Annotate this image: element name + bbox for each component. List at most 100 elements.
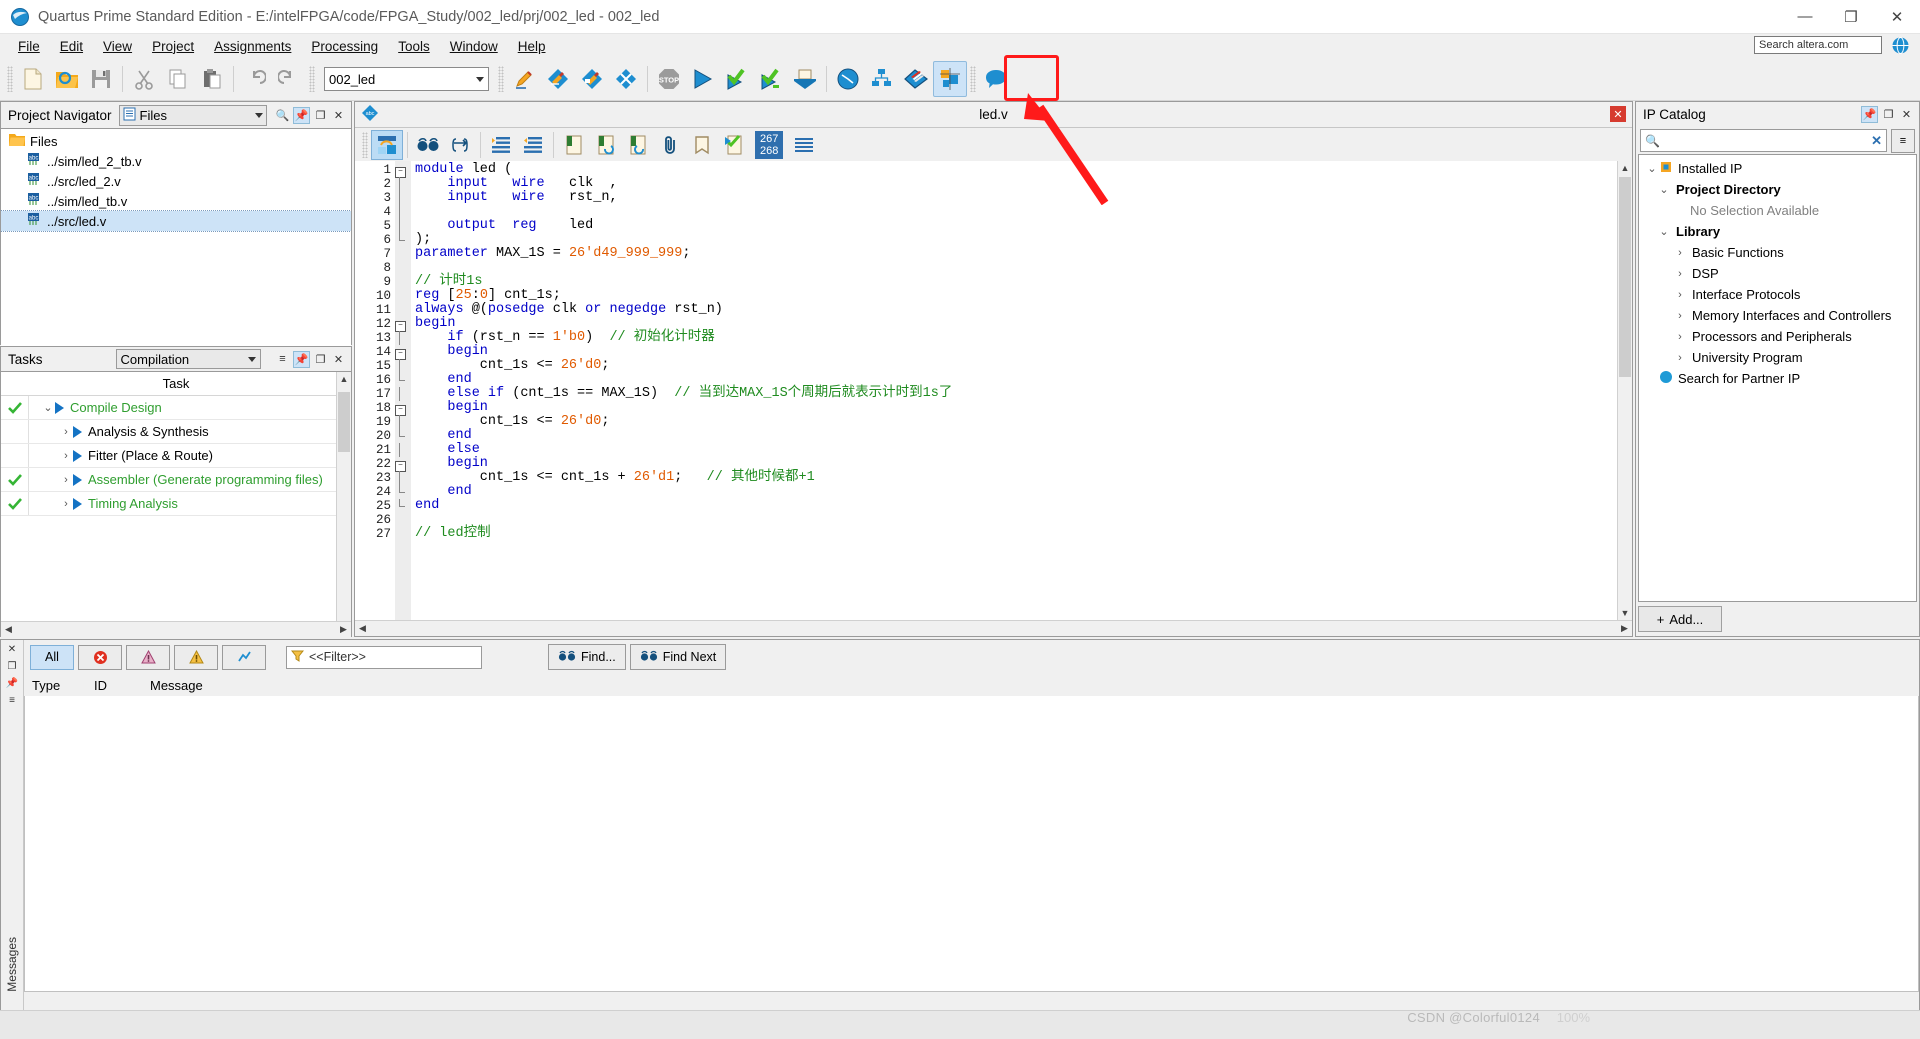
run-task-icon[interactable] — [55, 401, 64, 414]
chevron-right-icon[interactable]: › — [59, 450, 73, 462]
ip-node-interface-protocols[interactable]: › Interface Protocols — [1639, 284, 1916, 305]
toolbar-grip[interactable] — [498, 66, 504, 92]
stop-icon[interactable]: STOP — [652, 61, 686, 97]
ip-catalog-tree[interactable]: ⌄ Installed IP ⌄ Project Directory No Se… — [1638, 154, 1917, 602]
pin-icon[interactable]: 📌 — [1861, 105, 1878, 123]
menu-window[interactable]: Window — [440, 37, 508, 56]
check-syntax-icon[interactable] — [718, 130, 750, 160]
clear-icon[interactable]: ✕ — [1871, 133, 1882, 149]
editor-vertical-scrollbar[interactable]: ▲ ▼ — [1617, 161, 1632, 620]
messages-filter-input[interactable]: <<Filter>> — [286, 645, 482, 669]
scroll-right-icon[interactable]: ▶ — [336, 624, 351, 635]
ip-node-memory-interfaces[interactable]: › Memory Interfaces and Controllers — [1639, 305, 1916, 326]
tasks-flow-selector[interactable]: Compilation — [115, 349, 261, 369]
chevron-right-icon[interactable]: › — [1673, 247, 1687, 259]
search-icon[interactable]: 🔍 — [275, 108, 290, 123]
pencil-icon[interactable] — [507, 61, 541, 97]
ip-add-button[interactable]: + Add... — [1638, 606, 1722, 632]
menu-edit[interactable]: Edit — [50, 37, 93, 56]
toolbar-grip[interactable] — [970, 66, 976, 92]
compile-flow-icon[interactable] — [609, 61, 643, 97]
code-fold-column[interactable]: − − − − − — [395, 161, 411, 636]
save-icon[interactable] — [84, 61, 118, 97]
scroll-right-icon[interactable]: ▶ — [1617, 623, 1632, 634]
chevron-down-icon[interactable]: ⌄ — [1645, 162, 1659, 175]
chevron-right-icon[interactable]: › — [59, 498, 73, 510]
list-menu-icon[interactable]: ≡ — [1891, 128, 1915, 153]
filter-all-button[interactable]: All — [30, 644, 74, 670]
bookmark-icon[interactable] — [686, 130, 718, 160]
decrease-indent-icon[interactable] — [517, 130, 549, 160]
close-button[interactable]: ✕ — [1874, 0, 1920, 33]
start-analysis-synthesis-icon[interactable] — [720, 61, 754, 97]
task-row[interactable]: ⌄ Compile Design — [1, 396, 351, 420]
minimize-button[interactable]: — — [1782, 0, 1828, 33]
increase-indent-icon[interactable] — [485, 130, 517, 160]
close-icon[interactable]: ✕ — [1610, 106, 1626, 122]
info-icon[interactable] — [222, 644, 266, 670]
menu-file[interactable]: File — [8, 37, 50, 56]
maximize-button[interactable]: ❐ — [1828, 0, 1874, 33]
rtl-viewer-icon[interactable] — [865, 61, 899, 97]
chat-bubble-icon[interactable] — [979, 61, 1013, 97]
compile-design-icon[interactable] — [541, 61, 575, 97]
tree-file-2[interactable]: abc ../sim/led_tb.v — [1, 191, 351, 211]
detach-icon[interactable]: ❐ — [8, 661, 17, 672]
tasks-vertical-scrollbar[interactable]: ▲ — [336, 372, 351, 637]
chevron-down-icon[interactable]: ⌄ — [1657, 183, 1671, 196]
undo-icon[interactable] — [238, 61, 272, 97]
editor-horizontal-scrollbar[interactable]: ◀ ▶ — [355, 620, 1632, 636]
menu-tools[interactable]: Tools — [388, 37, 440, 56]
close-icon[interactable]: ✕ — [8, 644, 16, 655]
pin-icon[interactable]: 📌 — [6, 678, 18, 689]
toolbar-grip[interactable] — [309, 66, 315, 92]
warning-icon[interactable] — [174, 644, 218, 670]
error-icon[interactable] — [78, 644, 122, 670]
tree-file-0[interactable]: abc ../sim/led_2_tb.v — [1, 151, 351, 171]
chevron-right-icon[interactable]: › — [1673, 268, 1687, 280]
chevron-down-icon[interactable]: ⌄ — [41, 401, 55, 414]
restore-icon[interactable]: ❐ — [313, 352, 328, 367]
toolbar-grip[interactable] — [362, 131, 368, 158]
ip-node-processors-peripherals[interactable]: › Processors and Peripherals — [1639, 326, 1916, 347]
project-navigator-view-selector[interactable]: Files — [118, 104, 267, 126]
scrollbar-thumb[interactable] — [1619, 177, 1631, 377]
chevron-right-icon[interactable]: › — [1673, 352, 1687, 364]
code-content[interactable]: 1 2 3 4 5 6 7 8 9 10 11 12 13 14 15 16 17 18 19 20 21 22 23 24 2… — [355, 161, 1632, 636]
ip-node-dsp[interactable]: › DSP — [1639, 263, 1916, 284]
chevron-right-icon[interactable]: › — [59, 426, 73, 438]
task-row[interactable]: › Fitter (Place & Route) — [1, 444, 351, 468]
run-task-icon[interactable] — [73, 449, 82, 462]
restore-icon[interactable]: ❐ — [313, 108, 328, 123]
chip-planner-icon[interactable] — [933, 61, 967, 97]
run-task-icon[interactable] — [73, 497, 82, 510]
ip-node-project-directory[interactable]: ⌄ Project Directory — [1639, 179, 1916, 200]
scroll-up-icon[interactable]: ▲ — [1618, 161, 1632, 175]
redo-icon[interactable] — [272, 61, 306, 97]
chevron-right-icon[interactable]: › — [1673, 310, 1687, 322]
analysis-elaboration-icon[interactable] — [575, 61, 609, 97]
scroll-left-icon[interactable]: ◀ — [355, 623, 370, 634]
find-icon[interactable] — [412, 130, 444, 160]
close-icon[interactable]: ✕ — [1899, 107, 1914, 122]
menu-project[interactable]: Project — [142, 37, 204, 56]
start-compilation-icon[interactable] — [686, 61, 720, 97]
assembler-icon[interactable] — [788, 61, 822, 97]
pin-icon[interactable]: 📌 — [293, 106, 310, 124]
menu-processing[interactable]: Processing — [301, 37, 388, 56]
insert-template-icon[interactable] — [371, 129, 403, 160]
search-altera-input[interactable]: Search altera.com — [1754, 36, 1882, 54]
ip-node-university-program[interactable]: › University Program — [1639, 347, 1916, 368]
find-button[interactable]: Find... — [548, 644, 626, 670]
help-globe-icon[interactable] — [1891, 36, 1910, 55]
scroll-left-icon[interactable]: ◀ — [1, 624, 16, 635]
tasks-list[interactable]: Task ⌄ Compile Design › Analysis & Synth… — [1, 371, 351, 637]
lines-icon[interactable] — [788, 130, 820, 160]
messages-list[interactable] — [24, 696, 1919, 992]
task-row[interactable]: › Assembler (Generate programming files) — [1, 468, 351, 492]
fold-marker[interactable]: − — [395, 457, 411, 472]
project-files-tree[interactable]: Files abc ../sim/led_2_tb.v abc ../src/l… — [1, 128, 351, 347]
scroll-up-icon[interactable]: ▲ — [337, 372, 351, 386]
scroll-down-icon[interactable]: ▼ — [1618, 606, 1632, 620]
menu-view[interactable]: View — [93, 37, 142, 56]
